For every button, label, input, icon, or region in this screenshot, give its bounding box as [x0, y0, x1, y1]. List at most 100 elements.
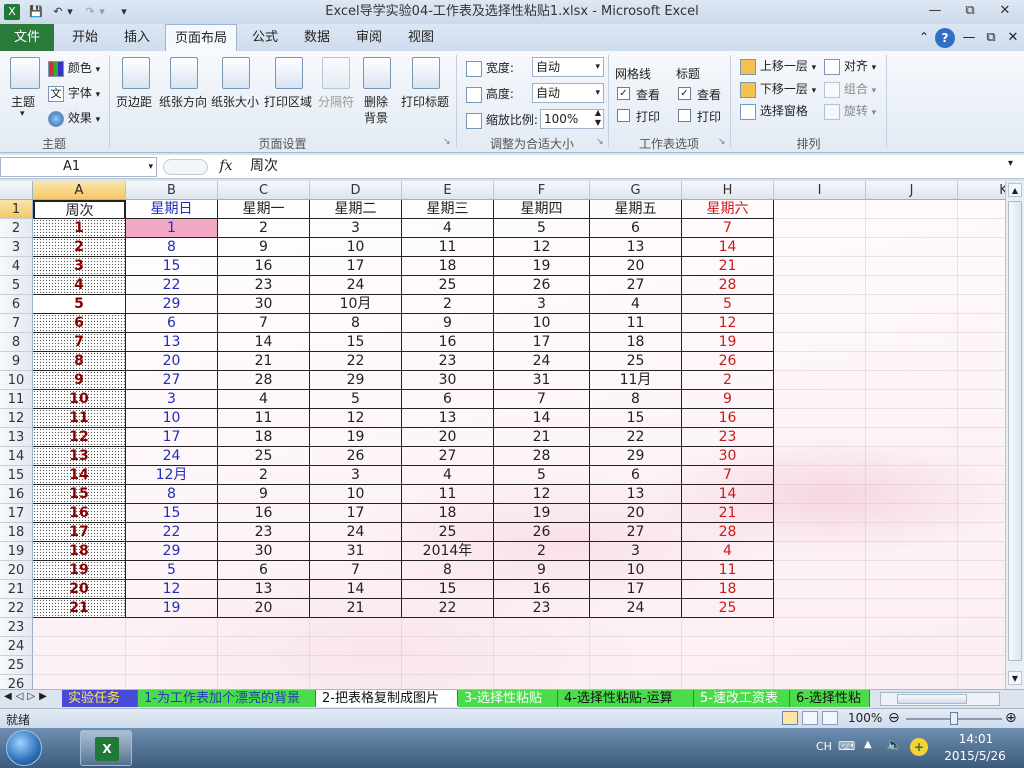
row-header-18[interactable]: 18	[0, 523, 33, 542]
table-cell[interactable]: 5	[494, 219, 590, 238]
input-language[interactable]: CH	[816, 740, 832, 753]
table-cell[interactable]: 8	[33, 352, 126, 371]
table-cell[interactable]: 19	[126, 599, 218, 618]
row-header-17[interactable]: 17	[0, 504, 33, 523]
dialog-launcher-icon[interactable]: ↘	[596, 137, 604, 147]
table-cell[interactable]: 13	[218, 580, 310, 599]
orientation-button[interactable]: 纸张方向	[159, 93, 207, 110]
background-icon[interactable]	[363, 57, 391, 89]
column-header-h[interactable]: H	[682, 181, 774, 200]
sheet-tab-3[interactable]: 3-选择性粘贴	[458, 690, 558, 707]
row-header-6[interactable]: 6	[0, 295, 33, 314]
table-cell[interactable]: 20	[33, 580, 126, 599]
table-cell[interactable]: 11	[402, 238, 494, 257]
table-cell[interactable]: 15	[310, 333, 402, 352]
worksheet[interactable]: ABCDEFGHIJK 1 2 3 4 5 6 7 8 9 10 11 12 13 14 15 16 17 18 1…	[0, 181, 1005, 689]
sheet-tab-5[interactable]: 5-速改工资表	[694, 690, 790, 707]
orientation-icon[interactable]	[170, 57, 198, 89]
dialog-launcher-icon[interactable]: ↘	[443, 137, 451, 147]
table-cell[interactable]: 2	[402, 295, 494, 314]
breaks-icon[interactable]	[322, 57, 350, 89]
zoom-out-icon[interactable]: ⊖	[888, 711, 900, 725]
table-cell[interactable]: 10	[310, 238, 402, 257]
table-cell[interactable]: 30	[682, 447, 774, 466]
table-cell[interactable]: 5	[33, 295, 126, 314]
tab-view[interactable]: 视图	[396, 24, 446, 51]
tray-expand-icon[interactable]: ▲	[864, 739, 872, 750]
margins-icon[interactable]	[122, 57, 150, 89]
row-header-16[interactable]: 16	[0, 485, 33, 504]
table-cell[interactable]: 20	[590, 257, 682, 276]
volume-icon[interactable]: 🔈	[886, 738, 902, 753]
table-cell[interactable]: 30	[218, 542, 310, 561]
row-header-21[interactable]: 21	[0, 580, 33, 599]
table-cell[interactable]: 2014年	[402, 542, 494, 561]
restore-button[interactable]: ⧉	[955, 0, 985, 22]
row-header-25[interactable]: 25	[0, 656, 33, 675]
column-header-j[interactable]: J	[866, 181, 958, 200]
table-cell[interactable]: 12	[682, 314, 774, 333]
table-cell[interactable]: 26	[494, 523, 590, 542]
table-cell[interactable]: 3	[494, 295, 590, 314]
table-cell[interactable]: 17	[590, 580, 682, 599]
table-cell[interactable]: 15	[590, 409, 682, 428]
row-header-9[interactable]: 9	[0, 352, 33, 371]
table-cell[interactable]: 24	[310, 523, 402, 542]
delete-background-button[interactable]: 删除	[364, 93, 388, 110]
table-cell[interactable]: 16	[682, 409, 774, 428]
table-cell[interactable]: 24	[310, 276, 402, 295]
table-cell[interactable]: 11	[590, 314, 682, 333]
table-cell[interactable]: 22	[402, 599, 494, 618]
table-cell[interactable]: 3	[126, 390, 218, 409]
table-cell[interactable]: 18	[33, 542, 126, 561]
table-cell[interactable]: 4	[402, 466, 494, 485]
table-cell[interactable]: 8	[126, 238, 218, 257]
table-cell[interactable]: 18	[402, 504, 494, 523]
gridlines-view-checkbox[interactable]: ✓	[617, 87, 630, 100]
scroll-up-icon[interactable]: ▲	[1008, 183, 1022, 197]
row-header-22[interactable]: 22	[0, 599, 33, 618]
table-cell[interactable]: 21	[682, 257, 774, 276]
tab-formulas[interactable]: 公式	[240, 24, 290, 51]
table-cell[interactable]: 10	[126, 409, 218, 428]
table-cell[interactable]: 22	[590, 428, 682, 447]
table-cell[interactable]: 21	[33, 599, 126, 618]
group-button[interactable]: 组合 ▾	[824, 80, 876, 98]
table-cell[interactable]: 16	[218, 504, 310, 523]
table-cell[interactable]: 16	[218, 257, 310, 276]
table-cell[interactable]: 6	[218, 561, 310, 580]
row-header-8[interactable]: 8	[0, 333, 33, 352]
table-cell[interactable]: 19	[310, 428, 402, 447]
table-cell[interactable]: 9	[218, 485, 310, 504]
table-cell[interactable]: 3	[310, 219, 402, 238]
table-cell[interactable]: 24	[590, 599, 682, 618]
table-cell[interactable]: 10	[310, 485, 402, 504]
table-cell[interactable]: 7	[310, 561, 402, 580]
zoom-level[interactable]: 100%	[848, 711, 882, 725]
row-header-14[interactable]: 14	[0, 447, 33, 466]
gridlines-print-checkbox[interactable]	[617, 109, 630, 122]
expand-formula-bar-icon[interactable]: ▾	[1008, 158, 1013, 169]
table-cell[interactable]: 16	[33, 504, 126, 523]
print-titles-icon[interactable]	[412, 57, 440, 89]
table-cell[interactable]: 14	[682, 485, 774, 504]
formula-bar-grip[interactable]	[163, 159, 208, 175]
table-cell[interactable]: 23	[218, 523, 310, 542]
table-cell[interactable]: 8	[310, 314, 402, 333]
table-cell[interactable]: 19	[33, 561, 126, 580]
table-cell[interactable]: 9	[494, 561, 590, 580]
column-header-b[interactable]: B	[126, 181, 218, 200]
table-cell[interactable]: 23	[402, 352, 494, 371]
row-header-4[interactable]: 4	[0, 257, 33, 276]
tab-home[interactable]: 开始	[60, 24, 110, 51]
column-header-d[interactable]: D	[310, 181, 402, 200]
table-cell[interactable]: 22	[310, 352, 402, 371]
table-cell[interactable]: 23	[494, 599, 590, 618]
header-cell[interactable]: 星期五	[590, 200, 682, 219]
table-cell[interactable]: 29	[126, 542, 218, 561]
table-cell[interactable]: 2	[494, 542, 590, 561]
table-cell[interactable]: 25	[402, 523, 494, 542]
table-cell[interactable]: 4	[402, 219, 494, 238]
header-cell[interactable]: 星期二	[310, 200, 402, 219]
table-cell[interactable]: 10	[590, 561, 682, 580]
